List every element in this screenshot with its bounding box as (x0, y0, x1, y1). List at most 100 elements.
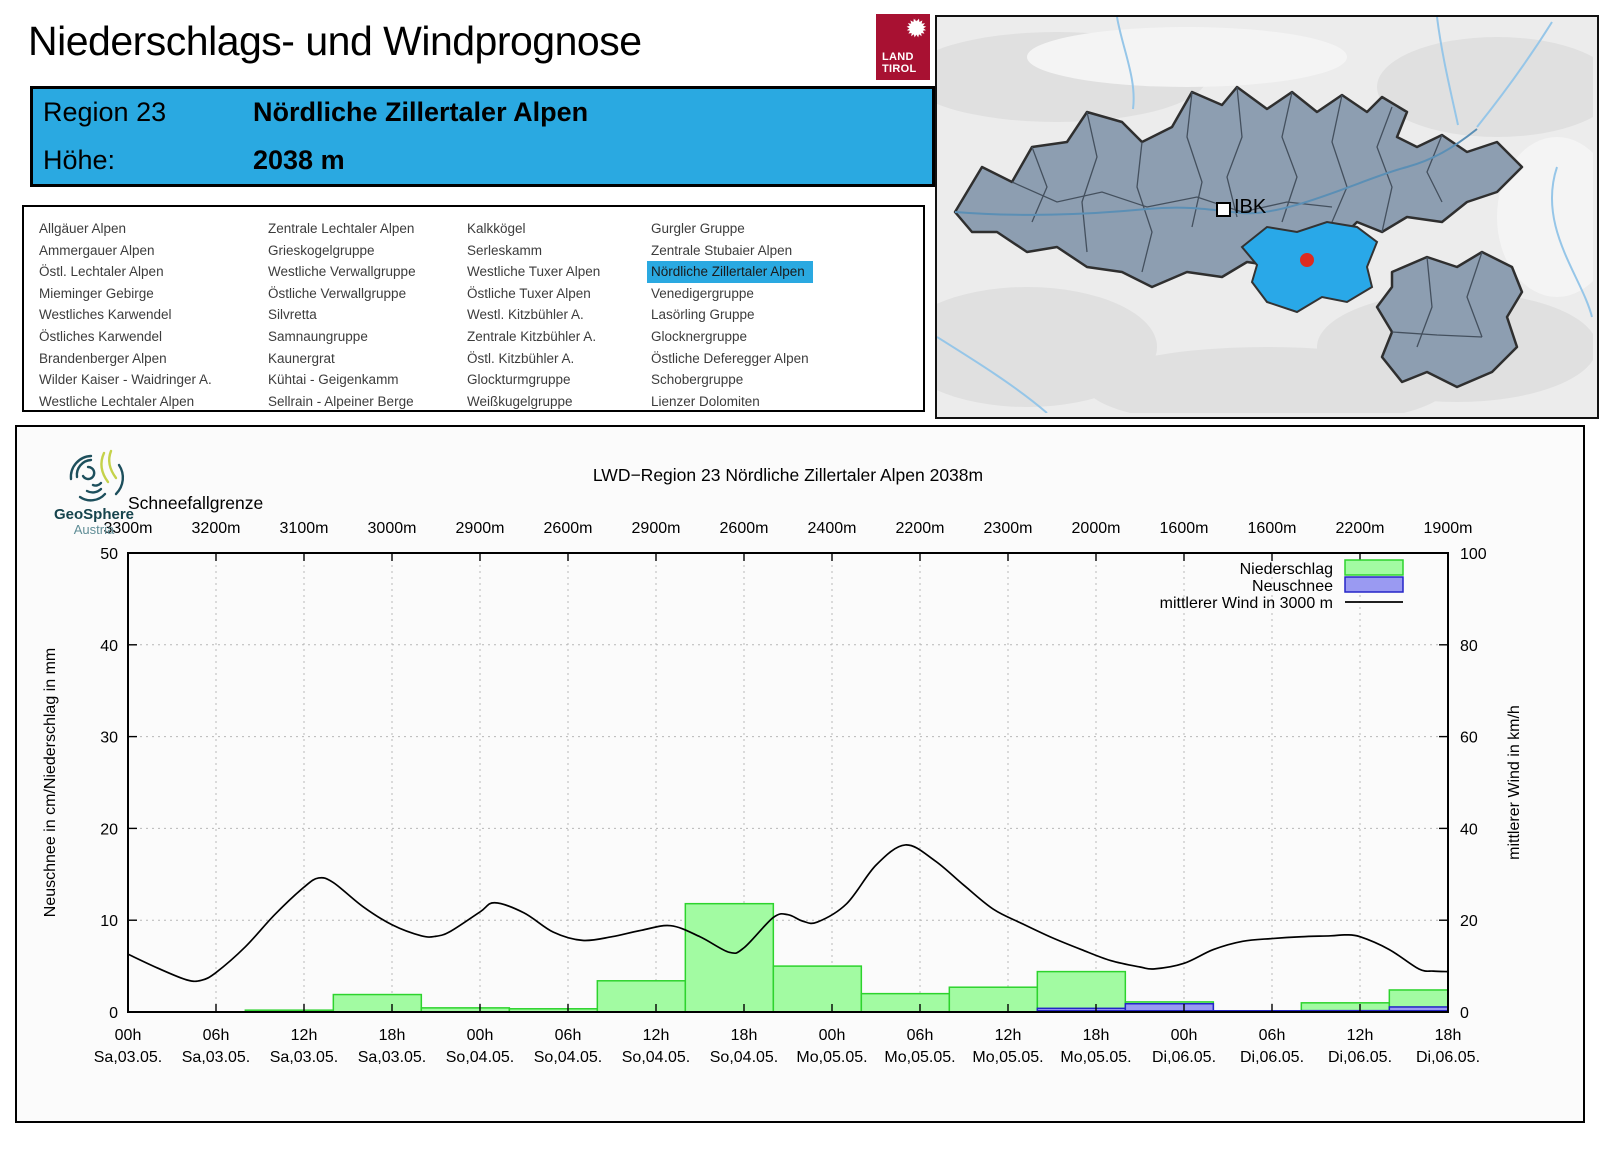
tirol-map: IBK (935, 15, 1599, 419)
x-tick-time: 00h (467, 1027, 494, 1044)
y-tick-label-right: 60 (1460, 730, 1478, 747)
x-tick-date: So,04.05. (622, 1049, 691, 1066)
region-list-item[interactable]: Östl. Kitzbühler A. (463, 348, 604, 370)
x-tick-time: 12h (995, 1027, 1022, 1044)
region-list-item[interactable]: Weißkugelgruppe (463, 391, 604, 413)
x-tick-time: 00h (1171, 1027, 1198, 1044)
region-list-item[interactable]: Zentrale Kitzbühler A. (463, 326, 604, 348)
snowline-value: 1600m (1248, 520, 1297, 537)
precipitation-bar (332, 993, 423, 1013)
x-tick-date: Sa,03.05. (358, 1049, 427, 1066)
precipitation-bar (684, 902, 775, 1013)
x-tick-time: 12h (1347, 1027, 1374, 1044)
region-name-value: Nördliche Zillertaler Alpen (253, 97, 589, 128)
x-tick-date: Di,06.05. (1152, 1049, 1216, 1066)
x-tick-time: 06h (555, 1027, 582, 1044)
region-list-item[interactable]: Grieskogelgruppe (264, 240, 420, 262)
region-list-item[interactable]: Venedigergruppe (647, 283, 813, 305)
y-tick-label-right: 80 (1460, 638, 1478, 655)
x-tick-date: Mo,05.05. (884, 1049, 955, 1066)
legend-label: mittlerer Wind in 3000 m (1160, 595, 1333, 612)
region-list-item[interactable]: Ammergauer Alpen (35, 240, 216, 262)
region-list-item[interactable]: Sellrain - Alpeiner Berge (264, 391, 420, 413)
snowline-value: 2200m (896, 520, 945, 537)
y-tick-label-left: 20 (100, 821, 118, 838)
x-tick-date: Mo,05.05. (796, 1049, 867, 1066)
legend-swatch (1344, 576, 1404, 593)
snowline-value: 2600m (720, 520, 769, 537)
region-list-item[interactable]: Lienzer Dolomiten (647, 391, 813, 413)
snowline-value: 1900m (1424, 520, 1473, 537)
region-list-item[interactable]: Kühtai - Geigenkamm (264, 369, 420, 391)
region-list-item[interactable]: Allgäuer Alpen (35, 218, 216, 240)
region-list-item[interactable]: Östliche Deferegger Alpen (647, 348, 813, 370)
region-list-item[interactable]: Östliche Tuxer Alpen (463, 283, 604, 305)
region-list-item[interactable]: Samnaungruppe (264, 326, 420, 348)
precipitation-bar (1036, 970, 1127, 1013)
region-list-item[interactable]: Wilder Kaiser - Waidringer A. (35, 369, 216, 391)
ibk-city-label: IBK (1234, 196, 1267, 218)
snowline-value: 2000m (1072, 520, 1121, 537)
region-list-column: Kalkkögel Serleskamm Westliche Tuxer Alpen… (463, 218, 604, 412)
y-tick-label-left: 40 (100, 638, 118, 655)
region-list-item[interactable]: Westl. Kitzbühler A. (463, 304, 604, 326)
precipitation-bar (596, 980, 687, 1013)
geosphere-swirl-accent (100, 449, 118, 484)
snowline-value: 3200m (192, 520, 241, 537)
x-tick-time: 18h (731, 1027, 758, 1044)
geosphere-sub: Austria (74, 522, 115, 537)
region-list: Allgäuer Alpen Ammergauer Alpen Östl. Lech… (22, 205, 925, 412)
region-list-item[interactable]: Östliches Karwendel (35, 326, 216, 348)
snowline-value: 2400m (808, 520, 857, 537)
region-list-item[interactable]: Glocknergruppe (647, 326, 813, 348)
y-tick-label-left: 30 (100, 730, 118, 747)
y-tick-label-right: 0 (1460, 1005, 1469, 1022)
x-tick-date: Sa,03.05. (182, 1049, 251, 1066)
region-list-item[interactable]: Zentrale Lechtaler Alpen (264, 218, 420, 240)
region-list-item[interactable]: Westliche Lechtaler Alpen (35, 391, 216, 413)
y-tick-label-right: 20 (1460, 913, 1478, 930)
region-list-item[interactable]: Westliche Tuxer Alpen (463, 261, 604, 283)
y-tick-label-left: 50 (100, 546, 118, 563)
region-list-item[interactable]: Silvretta (264, 304, 420, 326)
region-list-item[interactable]: Nördliche Zillertaler Alpen (647, 261, 813, 283)
region-list-item[interactable]: Schobergruppe (647, 369, 813, 391)
snowline-value: 2200m (1336, 520, 1385, 537)
legend-label: Neuschnee (1252, 578, 1333, 595)
x-tick-time: 06h (1259, 1027, 1286, 1044)
tirol-logo-line1: LAND (882, 51, 914, 63)
snowline-value: 2900m (632, 520, 681, 537)
region-list-item[interactable]: Mieminger Gebirge (35, 283, 216, 305)
region-list-item[interactable]: Zentrale Stubaier Alpen (647, 240, 813, 262)
region-list-item[interactable]: Westliches Karwendel (35, 304, 216, 326)
region-list-item[interactable]: Gurgler Gruppe (647, 218, 813, 240)
tirol-logo-line2: TIROL (882, 63, 917, 75)
plot-area (128, 553, 1448, 1012)
region-list-item[interactable]: Glockturmgruppe (463, 369, 604, 391)
land-tirol-logo: LAND TIROL (876, 14, 930, 80)
x-tick-date: Sa,03.05. (270, 1049, 339, 1066)
x-tick-date: Di,06.05. (1328, 1049, 1392, 1066)
region-list-item[interactable]: Östl. Lechtaler Alpen (35, 261, 216, 283)
snowline-value: 2600m (544, 520, 593, 537)
region-list-item[interactable]: Serleskamm (463, 240, 604, 262)
x-tick-time: 12h (291, 1027, 318, 1044)
ibk-city-marker (1216, 202, 1231, 217)
region-list-item[interactable]: Kalkkögel (463, 218, 604, 240)
snowline-value: 3000m (368, 520, 417, 537)
region-list-item[interactable]: Kaunergrat (264, 348, 420, 370)
region-list-item[interactable]: Brandenberger Alpen (35, 348, 216, 370)
region-list-column: Gurgler Gruppe Zentrale Stubaier Alpen Nör… (647, 218, 813, 412)
forecast-chart-panel: GeoSphere Austria 0 10 20 30 40 50 0 20 40 60 80 10… (15, 425, 1585, 1123)
x-tick-time: 18h (1083, 1027, 1110, 1044)
x-tick-time: 12h (643, 1027, 670, 1044)
snowline-value: 1600m (1160, 520, 1209, 537)
x-tick-date: Di,06.05. (1240, 1049, 1304, 1066)
region-list-item[interactable]: Westliche Verwallgruppe (264, 261, 420, 283)
forecast-chart: 0 10 20 30 40 50 0 20 40 60 80 100 00h Sa,03.05. 06h Sa… (42, 465, 1523, 1066)
precipitation-bar (860, 992, 951, 1013)
region-list-item[interactable]: Östliche Verwallgruppe (264, 283, 420, 305)
region-list-item[interactable]: Lasörling Gruppe (647, 304, 813, 326)
x-tick-date: Mo,05.05. (972, 1049, 1043, 1066)
y-tick-label-left: 10 (100, 913, 118, 930)
